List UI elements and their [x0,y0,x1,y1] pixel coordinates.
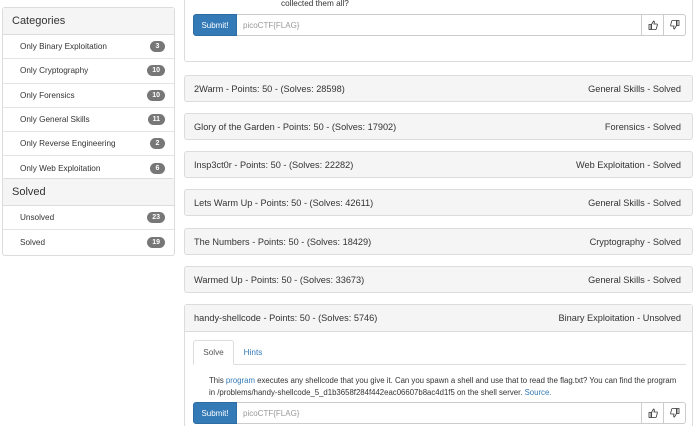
filter-label: Unsolved [20,213,55,223]
filter-label: Only Binary Exploitation [20,42,107,52]
count-badge: 19 [147,236,165,248]
count-badge: 2 [150,138,165,150]
tab-hints[interactable]: Hints [236,340,270,365]
source-link[interactable]: Source. [525,388,552,397]
problem-row[interactable]: The Numbers - Points: 50 - (Solves: 1842… [184,228,693,255]
filter-binary-exploitation[interactable]: Only Binary Exploitation 3 [3,35,174,60]
problem-status: General Skills - Solved [588,274,681,285]
count-badge: 10 [147,65,165,77]
flag-input[interactable] [237,402,642,424]
problem-title: 2Warm - Points: 50 - (Solves: 28598) [194,83,345,94]
problem-title: Lets Warm Up - Points: 50 - (Solves: 426… [194,197,374,208]
submit-flag-button[interactable]: Submit! [193,402,237,424]
count-badge: 11 [147,114,165,126]
description-text: This [209,376,226,385]
categories-heading: Categories [3,8,174,35]
downvote-button[interactable] [664,402,686,424]
filter-reverse-engineering[interactable]: Only Reverse Engineering 2 [3,132,174,157]
filter-label: Only Reverse Engineering [20,139,116,149]
thumbs-up-icon [648,408,658,418]
description-text: executes any shellcode that you give it.… [209,376,677,397]
flag-form: Submit! [193,14,686,36]
problem-title: Glory of the Garden - Points: 50 - (Solv… [194,121,397,132]
filter-label: Only General Skills [20,115,90,125]
problem-row[interactable]: Warmed Up - Points: 50 - (Solves: 33673)… [184,266,693,293]
categories-panel: Categories Only Binary Exploitation 3 On… [2,7,175,182]
problem-tabs: Solve Hints [193,340,686,365]
problem-status: Forensics - Solved [604,121,681,132]
problem-title: Warmed Up - Points: 50 - (Solves: 33673) [194,274,365,285]
problem-row[interactable]: Lets Warm Up - Points: 50 - (Solves: 426… [184,189,693,216]
thumbs-down-icon [669,20,679,30]
problem-status: General Skills - Solved [588,83,681,94]
thumbs-down-icon [669,408,679,418]
filter-general-skills[interactable]: Only General Skills 11 [3,108,174,133]
filter-label: Solved [20,237,46,247]
filter-cryptography[interactable]: Only Cryptography 10 [3,59,174,84]
filter-unsolved[interactable]: Unsolved 23 [3,206,174,231]
downvote-button[interactable] [664,14,686,36]
filter-label: Only Web Exploitation [20,164,101,174]
problem-row[interactable]: Insp3ct0r - Points: 50 - (Solves: 22282)… [184,151,693,178]
problem-description-tail: collected them all? [281,0,349,8]
filter-label: Only Cryptography [20,66,89,76]
program-link[interactable]: program [226,376,255,385]
problem-status: Binary Exploitation - Unsolved [558,313,681,323]
flag-input[interactable] [237,14,642,36]
submit-flag-button[interactable]: Submit! [193,14,237,36]
count-badge: 10 [147,89,165,101]
problem-status: Web Exploitation - Solved [575,159,681,170]
count-badge: 6 [150,163,165,175]
filter-solved[interactable]: Solved 19 [3,230,174,254]
filter-label: Only Forensics [20,90,75,100]
problem-description: This program executes any shellcode that… [209,375,679,399]
expanded-problem-previous: collected them all? Submit! [184,0,693,62]
tab-solve[interactable]: Solve [193,340,234,365]
problem-title: handy-shellcode - Points: 50 - (Solves: … [194,313,378,323]
flag-form: Submit! [193,402,686,424]
problem-title: The Numbers - Points: 50 - (Solves: 1842… [194,236,372,247]
upvote-button[interactable] [642,402,664,424]
problem-title: Insp3ct0r - Points: 50 - (Solves: 22282) [194,159,354,170]
problem-row[interactable]: 2Warm - Points: 50 - (Solves: 28598) Gen… [184,75,693,102]
count-badge: 3 [150,41,165,53]
problem-row[interactable]: Glory of the Garden - Points: 50 - (Solv… [184,113,693,140]
problem-status: General Skills - Solved [588,197,681,208]
upvote-button[interactable] [642,14,664,36]
filter-forensics[interactable]: Only Forensics 10 [3,84,174,108]
expanded-problem: handy-shellcode - Points: 50 - (Solves: … [184,304,693,426]
problem-status: Cryptography - Solved [589,236,681,247]
solved-panel: Solved Unsolved 23 Solved 19 [2,178,175,256]
solved-heading: Solved [3,179,174,206]
problem-header[interactable]: handy-shellcode - Points: 50 - (Solves: … [185,305,692,332]
thumbs-up-icon [648,20,658,30]
count-badge: 23 [147,212,165,224]
